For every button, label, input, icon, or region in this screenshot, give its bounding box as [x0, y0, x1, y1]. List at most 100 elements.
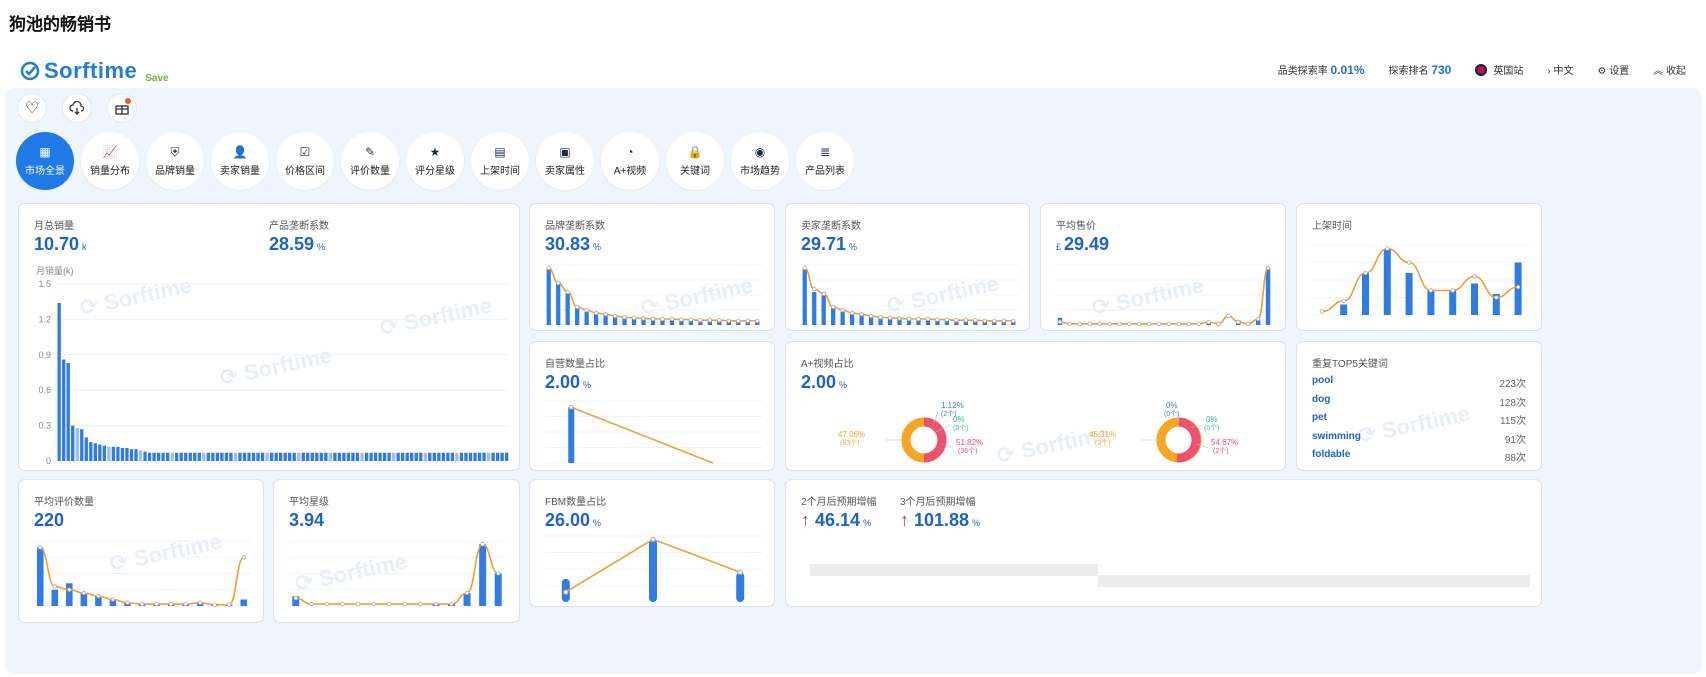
point [67, 587, 72, 592]
tab-11[interactable]: 🔒 关键词 [666, 132, 724, 190]
donut-right-b: 0% [1206, 415, 1218, 424]
sorftime-logo-icon [20, 61, 40, 81]
point [212, 602, 217, 607]
bar [802, 268, 807, 325]
list-item[interactable]: pool 223次 [1312, 375, 1526, 390]
tab-7[interactable]: ★ 评分星级 [406, 132, 464, 190]
bar [428, 452, 432, 461]
tab-4[interactable]: 👤 卖家销量 [211, 132, 269, 190]
heart-icon: ♡ [24, 100, 40, 117]
forecast-3m-unit: % [972, 518, 981, 528]
donut-left-b2: (0个) [953, 424, 969, 432]
tab-label: 评价数量 [350, 165, 390, 177]
point [402, 601, 407, 607]
point [1146, 321, 1152, 327]
donut-right-c: 45.31% [1089, 430, 1116, 439]
bar [342, 452, 346, 461]
tab-10[interactable]: ◔ A+视频 [601, 132, 659, 190]
bar [446, 452, 450, 461]
point [371, 601, 376, 607]
bar [247, 452, 251, 461]
bar [292, 452, 296, 461]
bar [260, 452, 265, 461]
fbm-value: 26.00% [545, 510, 601, 531]
point [584, 307, 589, 313]
favorite-button[interactable]: ♡ [17, 93, 47, 123]
bar [111, 446, 116, 461]
point [925, 316, 931, 322]
arrow-up-icon: ↑ [801, 510, 810, 530]
bar [455, 452, 459, 461]
list-item[interactable]: swimming 91次 [1312, 431, 1526, 446]
tab-12[interactable]: ◉ 市场趋势 [731, 132, 789, 190]
self-operated-chart [544, 400, 762, 464]
user-icon: 👤 [232, 144, 248, 159]
point [1236, 319, 1241, 325]
bar [1471, 283, 1478, 315]
fbm-label: FBM数量占比 [545, 497, 607, 508]
tab-1[interactable]: ▦ 市场全景 [16, 132, 74, 190]
point [812, 286, 817, 292]
site-switch[interactable]: 英国站 [1475, 62, 1523, 77]
point [622, 315, 627, 320]
point [593, 310, 599, 316]
brand-logo[interactable]: Sorftime Save [20, 58, 169, 84]
point [154, 601, 159, 607]
list-item[interactable]: pet 115次 [1312, 412, 1526, 427]
language-switch[interactable]: › 中文 [1547, 62, 1573, 77]
bar [437, 452, 441, 461]
settings-button[interactable]: ⚙ 设置 [1597, 62, 1629, 77]
bar [188, 452, 192, 461]
tab-13[interactable]: ≣ 产品列表 [796, 132, 854, 190]
keyword-word: pet [1312, 412, 1327, 423]
point [737, 569, 743, 575]
bar [459, 452, 464, 461]
bar [378, 452, 382, 461]
y-tick-label: 0 [46, 456, 51, 466]
point [1363, 270, 1368, 276]
bar [147, 452, 152, 461]
tab-8[interactable]: ▤ 上架时间 [471, 132, 529, 190]
trend-line [1059, 267, 1269, 325]
point [717, 318, 722, 323]
point [226, 602, 232, 607]
point [1186, 321, 1191, 327]
list-item[interactable]: dog 128次 [1312, 394, 1526, 409]
point [603, 312, 608, 317]
point [726, 318, 732, 323]
list-item[interactable]: foldable 88次 [1312, 449, 1526, 464]
point [433, 601, 439, 607]
tab-3[interactable]: ⛨ 品牌销量 [146, 132, 204, 190]
aplus-video-number: 2.00 [801, 372, 837, 392]
point [802, 265, 807, 271]
gift-button[interactable] [107, 93, 137, 123]
bar [391, 452, 396, 461]
point [973, 318, 978, 323]
bar [138, 450, 143, 461]
monthly-sales-number: 10.70 [34, 234, 80, 254]
y-tick-label: 0.3 [38, 421, 51, 431]
point [1206, 319, 1211, 325]
tab-9[interactable]: ▣ 卖家属性 [536, 132, 594, 190]
bar [812, 292, 817, 325]
tab-5[interactable]: ☑ 价格区间 [276, 132, 334, 190]
download-button[interactable] [62, 93, 92, 123]
point [878, 315, 883, 320]
point [982, 318, 988, 323]
keywords-label: 重复TOP5关键词 [1312, 359, 1388, 370]
point [355, 601, 361, 607]
brand-name: Sorftime [44, 58, 138, 83]
point [906, 316, 912, 322]
point [1166, 321, 1172, 327]
point [1087, 321, 1092, 327]
collapse-button[interactable]: ︽ 收起 [1653, 62, 1686, 77]
tab-6[interactable]: ✎ 评价数量 [341, 132, 399, 190]
point [139, 601, 145, 607]
grid-icon: ▦ [39, 144, 51, 159]
point [849, 310, 855, 316]
point [745, 318, 750, 323]
bar [193, 452, 197, 461]
language-label: 中文 [1553, 66, 1574, 77]
tab-2[interactable]: 📈 销量分布 [81, 132, 139, 190]
bar [337, 452, 342, 461]
